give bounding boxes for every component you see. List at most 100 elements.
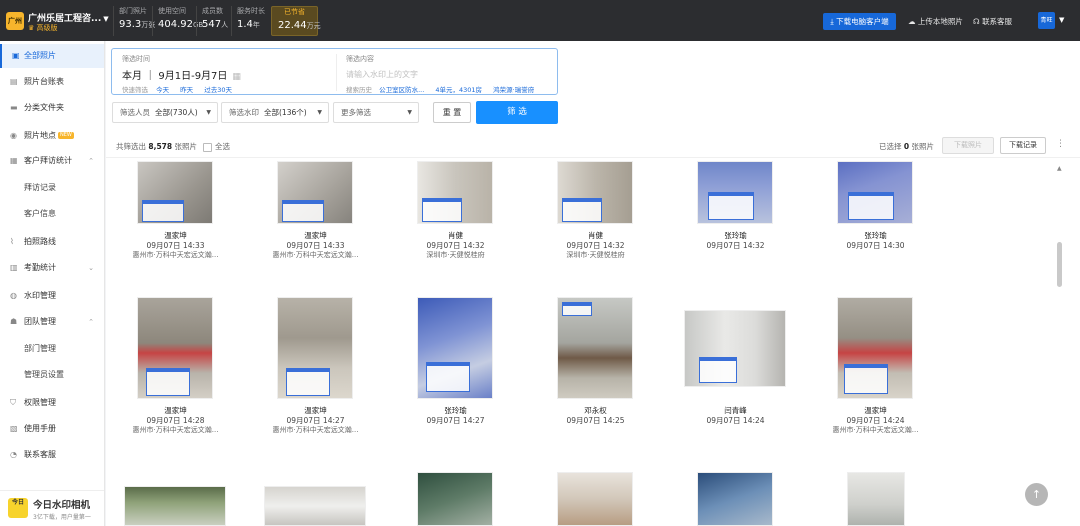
photo-thumbnail[interactable] (684, 310, 786, 387)
photo-card[interactable]: 张玲瑜 09月07日 14:27 (393, 297, 518, 442)
scrollbar-thumb[interactable] (1057, 242, 1062, 287)
photo-thumbnail[interactable] (837, 297, 913, 399)
photo-location: 惠州市·万科中天宏远文瀚... (132, 426, 219, 434)
more-filter-select[interactable]: 更多筛选 ▼ (333, 102, 419, 123)
filter-button[interactable]: 筛 选 (476, 101, 558, 124)
sidebar-item-folders[interactable]: ▬ 分类文件夹 (0, 96, 104, 120)
main-panel: 筛选时间 本月 ｜ 9月1日-9月7日 ▦ 快速筛选 今天 昨天 过去30天 筛选… (106, 41, 1080, 526)
photo-thumbnail[interactable] (557, 297, 633, 399)
photo-thumbnail[interactable] (264, 486, 366, 526)
back-to-top-button[interactable]: ↑ (1025, 483, 1048, 506)
sidebar-item-manual[interactable]: ▧ 使用手册 (0, 417, 104, 441)
download-client-button[interactable]: ⤓ 下载电脑客户端 (823, 13, 896, 30)
photo-thumbnail[interactable] (697, 472, 773, 526)
photo-thumbnail[interactable] (417, 297, 493, 399)
stat-value: 404.92 (158, 19, 193, 30)
photo-thumbnail[interactable] (277, 297, 353, 399)
search-history-item[interactable]: 公卫室区防水... (379, 86, 424, 94)
stat-members: 成员数 547人 (196, 6, 228, 36)
date-range-picker[interactable]: 本月 ｜ 9月1日-9月7日 ▦ (122, 67, 241, 82)
sidebar-item-photo-route[interactable]: ⌇ 拍照路线 (0, 230, 104, 254)
person-filter-value: 全部(730人) (155, 108, 198, 117)
person-filter-select[interactable]: 筛选人员 全部(730人) ▼ (112, 102, 218, 123)
download-photos-button[interactable]: 下载照片 (942, 137, 994, 154)
photo-thumbnail[interactable] (417, 472, 493, 526)
sidebar-item-label: 分类文件夹 (24, 103, 64, 112)
select-all-checkbox[interactable] (203, 142, 213, 152)
photo-card[interactable]: 张玲瑜 09月07日 14:32 (673, 161, 798, 301)
sidebar-item-customer-info[interactable]: 客户信息 (0, 202, 104, 226)
photo-card[interactable]: 温家坤 09月07日 14:24 惠州市·万科中天宏远文瀚... (813, 297, 938, 442)
stat-unit: 年 (252, 21, 260, 29)
sidebar-item-admin-settings[interactable]: 管理员设置 (0, 363, 104, 387)
sidebar-item-label: 客户信息 (24, 209, 56, 218)
photo-thumbnail[interactable] (697, 161, 773, 224)
more-options-icon[interactable]: ⋮ (1056, 139, 1065, 149)
chevron-up-icon: ⌃ (88, 157, 94, 165)
stat-value: 22.44 (278, 20, 307, 31)
sidebar-item-permissions[interactable]: ⛉ 权限管理 (0, 391, 104, 415)
sidebar-item-photo-location[interactable]: ◉ 照片地点 NEW (0, 124, 104, 148)
service-icon: ◔ (10, 450, 17, 459)
sidebar-item-label: 权限管理 (24, 398, 56, 407)
chevron-down-icon: ⌄ (88, 264, 94, 272)
search-history-item[interactable]: 鸿荣源·瑞誉府 (493, 86, 534, 94)
watermark-filter-select[interactable]: 筛选水印 全部(136个) ▼ (221, 102, 329, 123)
quick-filter-today[interactable]: 今天 (156, 86, 169, 94)
photo-location: 深圳市·天健悦桂府 (426, 251, 485, 259)
chevron-down-icon[interactable]: ▼ (1059, 16, 1064, 24)
sidebar-item-attendance[interactable]: ▥ 考勤统计 ⌄ (0, 256, 104, 280)
select-all-label[interactable]: 全选 (215, 142, 230, 151)
photo-thumbnail[interactable] (124, 486, 226, 526)
quick-filter-30days[interactable]: 过去30天 (204, 86, 232, 94)
headset-icon: ☊ (973, 17, 980, 26)
sidebar-item-visit-stats[interactable]: ▦ 客户拜访统计 ⌃ (0, 149, 104, 173)
caret-down-icon: ▼ (206, 109, 211, 116)
count-suffix: 张照片 (174, 142, 198, 151)
photo-card[interactable]: 张玲瑜 09月07日 14:30 (813, 161, 938, 301)
sidebar-item-team[interactable]: ☗ 团队管理 ⌃ (0, 310, 104, 334)
photo-location: 惠州市·万科中天宏远文瀚... (272, 251, 359, 259)
avatar[interactable]: 青旺 (1038, 12, 1055, 29)
photo-card[interactable]: 温家坤 09月07日 14:28 惠州市·万科中天宏远文瀚... (113, 297, 238, 442)
sidebar-item-label: 拍照路线 (24, 237, 56, 246)
photo-card[interactable]: 肖健 09月07日 14:32 深圳市·天健悦桂府 (393, 161, 518, 301)
photo-thumbnail[interactable] (137, 297, 213, 399)
photo-card[interactable]: 温家坤 09月07日 14:33 惠州市·万科中天宏远文瀚... (113, 161, 238, 301)
book-icon: ▧ (10, 424, 18, 433)
reset-button[interactable]: 重 置 (433, 102, 471, 123)
content-filter-label: 筛选内容 (346, 55, 374, 63)
watermark-overlay (844, 364, 888, 394)
sidebar-item-visit-records[interactable]: 拜访记录 (0, 176, 104, 200)
sidebar-item-department[interactable]: 部门管理 (0, 337, 104, 361)
photo-thumbnail[interactable] (557, 472, 633, 526)
search-input[interactable]: 请输入水印上的文字 (346, 69, 418, 80)
photo-thumbnail[interactable] (837, 161, 913, 224)
watermark-overlay (282, 200, 324, 222)
photo-card[interactable]: 闫青峰 09月07日 14:24 (673, 297, 798, 442)
brand-footer[interactable]: 今日 今日水印相机 3亿下载，用户量第一 (0, 490, 104, 526)
sidebar-item-photo-ledger[interactable]: ▤ 照片台账表 (0, 70, 104, 94)
photo-card[interactable]: 温家坤 09月07日 14:27 惠州市·万科中天宏远文瀚... (253, 297, 378, 442)
search-history-item[interactable]: 4单元，4301房 (435, 86, 482, 94)
photo-thumbnail[interactable] (277, 161, 353, 224)
sidebar-item-contact[interactable]: ◔ 联系客服 (0, 443, 104, 467)
photo-thumbnail[interactable] (137, 161, 213, 224)
photo-thumbnail[interactable] (847, 472, 905, 526)
photo-card[interactable]: 邓永权 09月07日 14:25 (533, 297, 658, 442)
photo-card[interactable]: 温家坤 09月07日 14:33 惠州市·万科中天宏远文瀚... (253, 161, 378, 301)
photo-thumbnail[interactable] (557, 161, 633, 224)
download-records-button[interactable]: 下载记录 (1000, 137, 1046, 154)
contact-service-link[interactable]: ☊ 联系客服 (973, 16, 1012, 27)
photo-card[interactable]: 肖健 09月07日 14:32 深圳市·天健悦桂府 (533, 161, 658, 301)
photo-thumbnail[interactable] (417, 161, 493, 224)
sidebar-item-watermark[interactable]: ◍ 水印管理 (0, 284, 104, 308)
download-icon: ⤓ (830, 17, 834, 26)
watermark-overlay (699, 357, 737, 383)
count-value: 8,578 (148, 142, 173, 151)
sidebar-item-all-photos[interactable]: ▣ 全部照片 (0, 44, 104, 68)
quick-filter-yesterday[interactable]: 昨天 (180, 86, 193, 94)
stat-value: 547 (202, 19, 222, 30)
scroll-up-arrow[interactable]: ▲ (1057, 165, 1062, 172)
upload-local-link[interactable]: ☁ 上传本地照片 (908, 16, 963, 27)
